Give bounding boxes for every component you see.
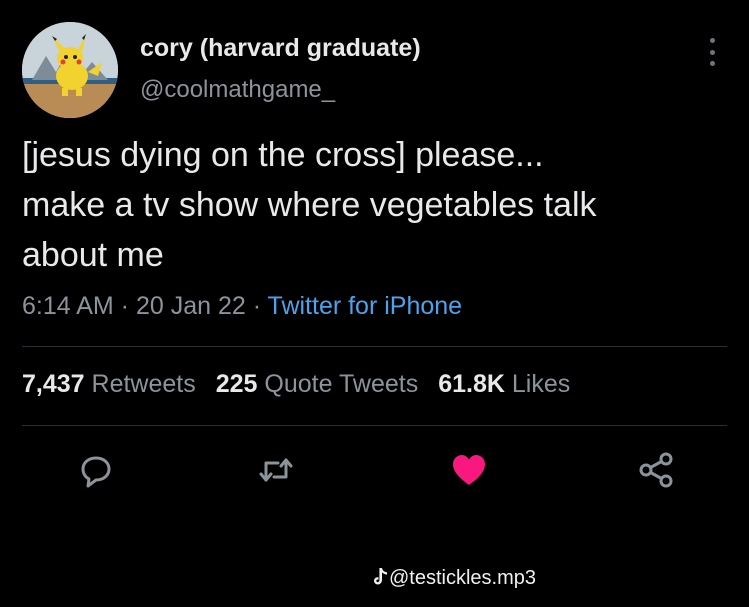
user-handle[interactable]: @coolmathgame_ [140, 76, 335, 104]
tweet-text-line: about me [22, 236, 164, 274]
likes-count: 61.8K [438, 370, 505, 398]
heart-filled-icon [453, 455, 485, 485]
likes-stat[interactable]: 61.8K Likes [438, 370, 570, 398]
share-icon [639, 452, 673, 488]
divider [22, 346, 727, 347]
quote-tweets-count: 225 [215, 370, 258, 398]
retweets-count: 7,437 [22, 370, 85, 398]
more-options-icon[interactable] [704, 38, 720, 66]
share-button[interactable] [636, 450, 676, 490]
meta-separator: · [245, 292, 268, 320]
reply-button[interactable] [76, 450, 116, 490]
retweets-label: Retweets [91, 370, 196, 398]
quote-tweets-stat[interactable]: 225 Quote Tweets [216, 370, 418, 398]
display-name[interactable]: cory (harvard graduate) [140, 34, 421, 63]
tweet-source[interactable]: Twitter for iPhone [268, 292, 463, 320]
tweet-time[interactable]: 6:14 AM [22, 292, 114, 320]
likes-label: Likes [511, 370, 571, 398]
avatar[interactable] [22, 22, 118, 118]
tiktok-watermark: @testickles.mp3 [373, 567, 536, 590]
tweet-text-line: [jesus dying on the cross] please... [22, 136, 544, 174]
retweet-button[interactable] [256, 450, 296, 490]
like-button[interactable] [449, 450, 489, 490]
action-bar [0, 445, 749, 495]
meta-separator: · [113, 292, 136, 320]
quote-tweets-label: Quote Tweets [264, 370, 419, 398]
tweet-stats: 7,437 Retweets 225 Quote Tweets 61.8K Like… [22, 370, 590, 399]
tiktok-icon [374, 568, 387, 585]
tweet-metadata: 6:14 AM · 20 Jan 22 · Twitter for iPhone [22, 292, 462, 321]
watermark-text: @testickles.mp3 [389, 567, 537, 589]
tweet-text-line: make a tv show where vegetables talk [22, 186, 597, 224]
avatar-image [22, 22, 118, 118]
retweets-stat[interactable]: 7,437 Retweets [22, 370, 196, 398]
reply-icon [81, 456, 111, 488]
tweet-text: [jesus dying on the cross] please... mak… [22, 130, 732, 280]
retweet-icon [259, 458, 293, 482]
tweet-date[interactable]: 20 Jan 22 [136, 292, 246, 320]
divider [22, 425, 727, 426]
